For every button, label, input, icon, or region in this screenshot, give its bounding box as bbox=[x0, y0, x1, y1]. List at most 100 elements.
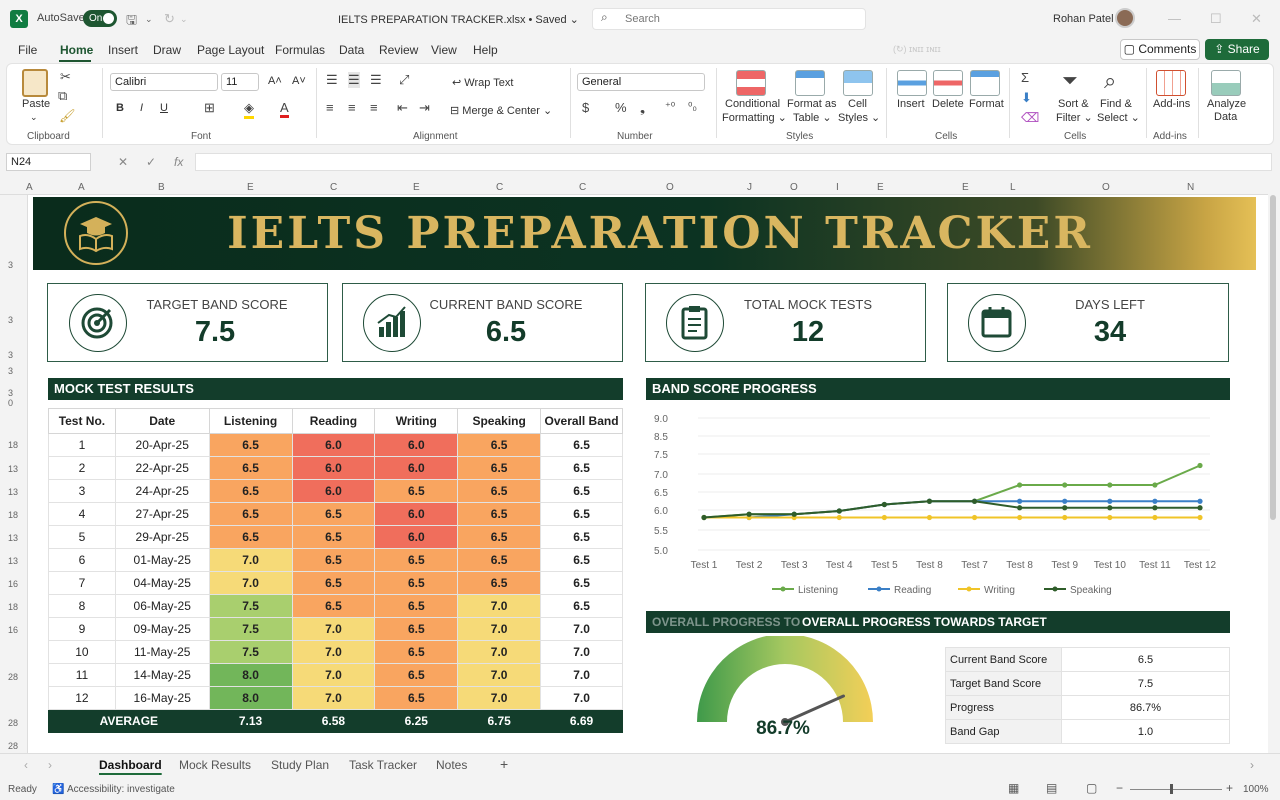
test-number-cell[interactable]: 8 bbox=[48, 594, 116, 618]
overall-band-cell[interactable]: 6.5 bbox=[540, 594, 623, 618]
column-header[interactable]: C bbox=[579, 182, 586, 193]
minimize-icon[interactable]: — bbox=[1168, 11, 1181, 26]
overall-band-cell[interactable]: 6.5 bbox=[540, 502, 623, 526]
row-header[interactable]: 0 bbox=[8, 398, 13, 408]
menu-file[interactable]: File bbox=[18, 43, 37, 57]
menu-home[interactable]: Home bbox=[60, 43, 93, 57]
tab-dashboard[interactable]: Dashboard bbox=[99, 758, 162, 772]
table-row[interactable]: 1 20-Apr-25 6.5 6.0 6.0 6.5 6.5 bbox=[48, 433, 623, 457]
listening-cell[interactable]: 7.5 bbox=[208, 594, 293, 618]
table-row[interactable]: 3 24-Apr-25 6.5 6.0 6.5 6.5 6.5 bbox=[48, 479, 623, 503]
align-right-icon[interactable]: ≡ bbox=[370, 100, 378, 115]
menu-page-layout[interactable]: Page Layout bbox=[197, 43, 264, 57]
overall-band-cell[interactable]: 7.0 bbox=[540, 663, 623, 687]
progress-label[interactable]: Progress bbox=[945, 695, 1062, 720]
column-header[interactable]: O bbox=[666, 182, 674, 193]
overall-band-cell[interactable]: 6.5 bbox=[540, 456, 623, 480]
comments-button[interactable]: ▢ Comments bbox=[1120, 39, 1200, 60]
writing-cell[interactable]: 6.5 bbox=[374, 479, 459, 503]
row-header[interactable]: 13 bbox=[8, 533, 18, 543]
share-button[interactable]: ⇪ Share bbox=[1205, 39, 1269, 60]
test-number-cell[interactable]: 10 bbox=[48, 640, 116, 664]
tab-task-tracker[interactable]: Task Tracker bbox=[349, 758, 417, 772]
speaking-cell[interactable]: 6.5 bbox=[457, 456, 542, 480]
column-header[interactable]: B bbox=[158, 182, 165, 193]
speaking-cell[interactable]: 7.0 bbox=[457, 594, 542, 618]
menu-view[interactable]: View bbox=[431, 43, 457, 57]
reading-cell[interactable]: 6.5 bbox=[291, 525, 376, 549]
percent-icon[interactable]: % bbox=[615, 100, 627, 115]
row-header[interactable]: 13 bbox=[8, 556, 18, 566]
table-row[interactable]: 8 06-May-25 7.5 6.5 6.5 7.0 6.5 bbox=[48, 594, 623, 618]
normal-view-icon[interactable]: ▦ bbox=[1008, 781, 1019, 795]
listening-cell[interactable]: 8.0 bbox=[208, 686, 293, 710]
cancel-icon[interactable]: ✕ bbox=[118, 155, 128, 169]
menu-review[interactable]: Review bbox=[379, 43, 418, 57]
progress-row[interactable]: Band Gap 1.0 bbox=[945, 719, 1230, 744]
tab-mock-results[interactable]: Mock Results bbox=[179, 758, 251, 772]
overall-band-cell[interactable]: 6.5 bbox=[540, 433, 623, 457]
reading-cell[interactable]: 7.0 bbox=[291, 663, 376, 687]
find-select-label-2[interactable]: Select ⌄ bbox=[1097, 111, 1140, 124]
date-cell[interactable]: 22-Apr-25 bbox=[114, 456, 210, 480]
accessibility-icon[interactable]: ♿ bbox=[52, 784, 64, 795]
align-center-icon[interactable]: ≡ bbox=[348, 100, 356, 115]
row-header[interactable]: 16 bbox=[8, 625, 18, 635]
tab-notes[interactable]: Notes bbox=[436, 758, 467, 772]
orientation-icon[interactable]: ⤢ bbox=[399, 72, 409, 88]
autosum-icon[interactable]: Σ bbox=[1021, 70, 1029, 85]
redo-icon[interactable]: ↻ bbox=[164, 11, 175, 27]
font-name-select[interactable]: Calibri bbox=[110, 73, 218, 91]
date-cell[interactable]: 16-May-25 bbox=[114, 686, 210, 710]
test-number-cell[interactable]: 11 bbox=[48, 663, 116, 687]
progress-row[interactable]: Progress 86.7% bbox=[945, 695, 1230, 720]
column-header[interactable]: N bbox=[1187, 182, 1194, 193]
overall-band-cell[interactable]: 6.5 bbox=[540, 525, 623, 549]
merge-center-button[interactable]: ⊟ Merge & Center ⌄ bbox=[450, 104, 552, 117]
menu-data[interactable]: Data bbox=[339, 43, 364, 57]
insert-cells-label[interactable]: Insert bbox=[897, 98, 925, 110]
name-box[interactable]: N24 bbox=[6, 153, 91, 171]
speaking-cell[interactable]: 6.5 bbox=[457, 502, 542, 526]
zoom-out-icon[interactable]: − bbox=[1116, 781, 1123, 795]
conditional-formatting-label-2[interactable]: Formatting ⌄ bbox=[722, 111, 787, 124]
row-header[interactable]: 18 bbox=[8, 602, 18, 612]
formula-input[interactable] bbox=[195, 153, 1272, 171]
format-cells-icon[interactable] bbox=[970, 70, 1000, 96]
test-number-cell[interactable]: 7 bbox=[48, 571, 116, 595]
listening-cell[interactable]: 6.5 bbox=[208, 456, 293, 480]
search-input[interactable]: Search bbox=[592, 8, 866, 30]
listening-cell[interactable]: 7.0 bbox=[208, 548, 293, 572]
writing-cell[interactable]: 6.0 bbox=[374, 433, 459, 457]
tab-scroll-end-icon[interactable]: › bbox=[1250, 758, 1254, 772]
writing-cell[interactable]: 6.5 bbox=[374, 594, 459, 618]
date-cell[interactable]: 11-May-25 bbox=[114, 640, 210, 664]
listening-cell[interactable]: 7.0 bbox=[208, 571, 293, 595]
align-middle-icon[interactable]: ☰ bbox=[348, 72, 360, 88]
undo-dropdown-icon[interactable]: ⌄ bbox=[145, 14, 153, 25]
page-break-view-icon[interactable]: ▢ bbox=[1086, 781, 1097, 795]
date-cell[interactable]: 14-May-25 bbox=[114, 663, 210, 687]
column-header[interactable]: O bbox=[1102, 182, 1110, 193]
reading-cell[interactable]: 6.5 bbox=[291, 548, 376, 572]
speaking-cell[interactable]: 6.5 bbox=[457, 433, 542, 457]
function-icon[interactable]: fx bbox=[174, 155, 183, 169]
reading-cell[interactable]: 7.0 bbox=[291, 640, 376, 664]
comma-icon[interactable]: ❟ bbox=[640, 100, 645, 116]
user-name[interactable]: Rohan Patel bbox=[1053, 13, 1114, 25]
font-size-select[interactable]: 11 bbox=[221, 73, 259, 91]
decrease-decimal-icon[interactable]: ⁰₀ bbox=[688, 100, 697, 113]
format-as-table-label-2[interactable]: Table ⌄ bbox=[793, 111, 832, 124]
menu-formulas[interactable]: Formulas bbox=[275, 43, 325, 57]
add-sheet-button[interactable]: + bbox=[500, 756, 508, 772]
progress-value[interactable]: 86.7% bbox=[1061, 695, 1230, 720]
menu-insert[interactable]: Insert bbox=[108, 43, 138, 57]
cell-styles-icon[interactable] bbox=[843, 70, 873, 96]
find-select-label-1[interactable]: Find & bbox=[1100, 98, 1132, 110]
reading-cell[interactable]: 6.5 bbox=[291, 502, 376, 526]
paste-icon[interactable] bbox=[22, 69, 48, 97]
add-ins-icon[interactable] bbox=[1156, 70, 1186, 96]
zoom-slider[interactable] bbox=[1130, 789, 1222, 790]
autosave-toggle[interactable]: On bbox=[83, 10, 117, 27]
speaking-cell[interactable]: 7.0 bbox=[457, 663, 542, 687]
